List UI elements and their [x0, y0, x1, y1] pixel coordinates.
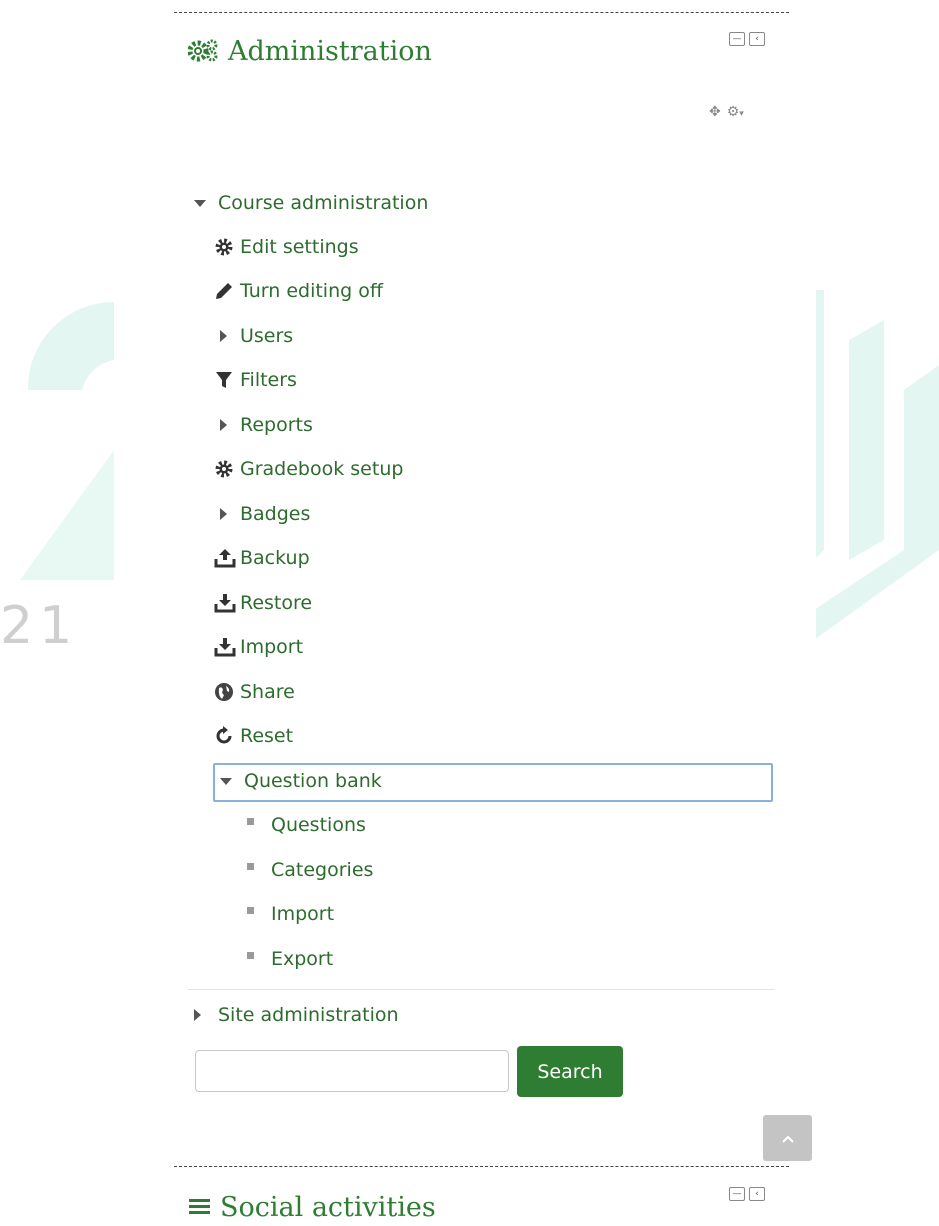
tree-item-label: Share — [240, 681, 295, 703]
tree-item-label: Gradebook setup — [240, 458, 404, 480]
watermark-right-shape — [814, 290, 939, 640]
caret-right-icon — [192, 1009, 218, 1021]
tree-item-label: Import — [240, 636, 304, 658]
pencil-icon — [214, 281, 240, 301]
caret-down-icon — [218, 777, 244, 785]
tree-item-export[interactable]: Export — [245, 948, 333, 970]
download-icon — [214, 637, 240, 657]
tree-item-label: Turn editing off — [240, 280, 383, 302]
tree-item-label: Filters — [240, 369, 297, 391]
collapse-block-button[interactable]: — — [729, 32, 745, 46]
admin-block-controls: — ‹ — [729, 32, 765, 46]
tree-item-import[interactable]: Import — [214, 636, 303, 658]
tree-item-questions[interactable]: Questions — [245, 814, 366, 836]
caret-down-icon — [192, 199, 218, 207]
tree-item-label: Questions — [271, 814, 366, 836]
tree-item-course-administration[interactable]: Course administration — [192, 192, 428, 214]
globe-icon — [214, 682, 240, 702]
social-block-header: Social activities — [188, 1192, 436, 1223]
tree-item-label: Reports — [240, 414, 313, 436]
tree-item-users[interactable]: Users — [214, 325, 293, 347]
admin-search-input[interactable] — [195, 1050, 509, 1092]
social-block-controls: — ‹ — [729, 1187, 765, 1201]
tree-item-label: Users — [240, 325, 294, 347]
tree-item-question-bank[interactable]: Question bank — [218, 770, 382, 792]
tree-item-filters[interactable]: Filters — [214, 369, 297, 391]
reset-icon — [214, 726, 240, 746]
tree-item-label: Edit settings — [240, 236, 359, 258]
section-divider — [188, 989, 774, 990]
social-block-title: Social activities — [220, 1192, 436, 1223]
block-divider — [174, 1166, 789, 1167]
watermark-text: 21 — [0, 596, 79, 656]
tree-item-qb-import[interactable]: Import — [245, 903, 334, 925]
tree-item-categories[interactable]: Categories — [245, 859, 373, 881]
dock-block-button[interactable]: ‹ — [749, 32, 765, 46]
tree-item-restore[interactable]: Restore — [214, 592, 312, 614]
chevron-up-icon — [781, 1129, 795, 1148]
filter-icon — [214, 370, 240, 390]
gear-icon — [214, 459, 240, 479]
tree-item-reset[interactable]: Reset — [214, 725, 293, 747]
download-icon — [214, 593, 240, 613]
tree-item-label: Question bank — [244, 770, 382, 792]
cogs-icon — [187, 37, 220, 67]
tree-item-label: Reset — [240, 725, 294, 747]
admin-block-title: Administration — [228, 36, 432, 67]
tree-item-label: Export — [271, 948, 334, 970]
caret-right-icon — [214, 419, 240, 431]
caret-right-icon — [214, 330, 240, 342]
block-actions: ✥ ⚙▾ — [709, 104, 744, 120]
tree-item-share[interactable]: Share — [214, 681, 295, 703]
tree-item-gradebook-setup[interactable]: Gradebook setup — [214, 458, 403, 480]
tree-item-label: Categories — [271, 859, 374, 881]
tree-item-label: Course administration — [218, 192, 429, 214]
tree-item-edit-settings[interactable]: Edit settings — [214, 236, 359, 258]
tree-item-label: Site administration — [218, 1004, 399, 1026]
tree-item-label: Import — [271, 903, 335, 925]
list-icon — [188, 1196, 212, 1220]
upload-icon — [214, 548, 240, 568]
tree-item-site-administration[interactable]: Site administration — [192, 1004, 399, 1026]
tree-item-label: Badges — [240, 503, 311, 525]
search-button[interactable]: Search — [517, 1046, 623, 1097]
tree-item-badges[interactable]: Badges — [214, 503, 310, 525]
caret-right-icon — [214, 508, 240, 520]
block-divider — [174, 12, 789, 13]
tree-item-label: Restore — [240, 592, 313, 614]
tree-item-backup[interactable]: Backup — [214, 547, 310, 569]
move-icon[interactable]: ✥ — [709, 104, 721, 120]
gear-menu-icon[interactable]: ⚙▾ — [727, 104, 744, 120]
tree-item-reports[interactable]: Reports — [214, 414, 313, 436]
tree-item-label: Backup — [240, 547, 310, 569]
tree-item-turn-editing-off[interactable]: Turn editing off — [214, 280, 383, 302]
collapse-block-button[interactable]: — — [729, 1187, 745, 1201]
dock-block-button[interactable]: ‹ — [749, 1187, 765, 1201]
scroll-to-top-button[interactable] — [763, 1115, 812, 1161]
gear-icon — [214, 237, 240, 257]
admin-block-header: Administration — [187, 36, 432, 67]
